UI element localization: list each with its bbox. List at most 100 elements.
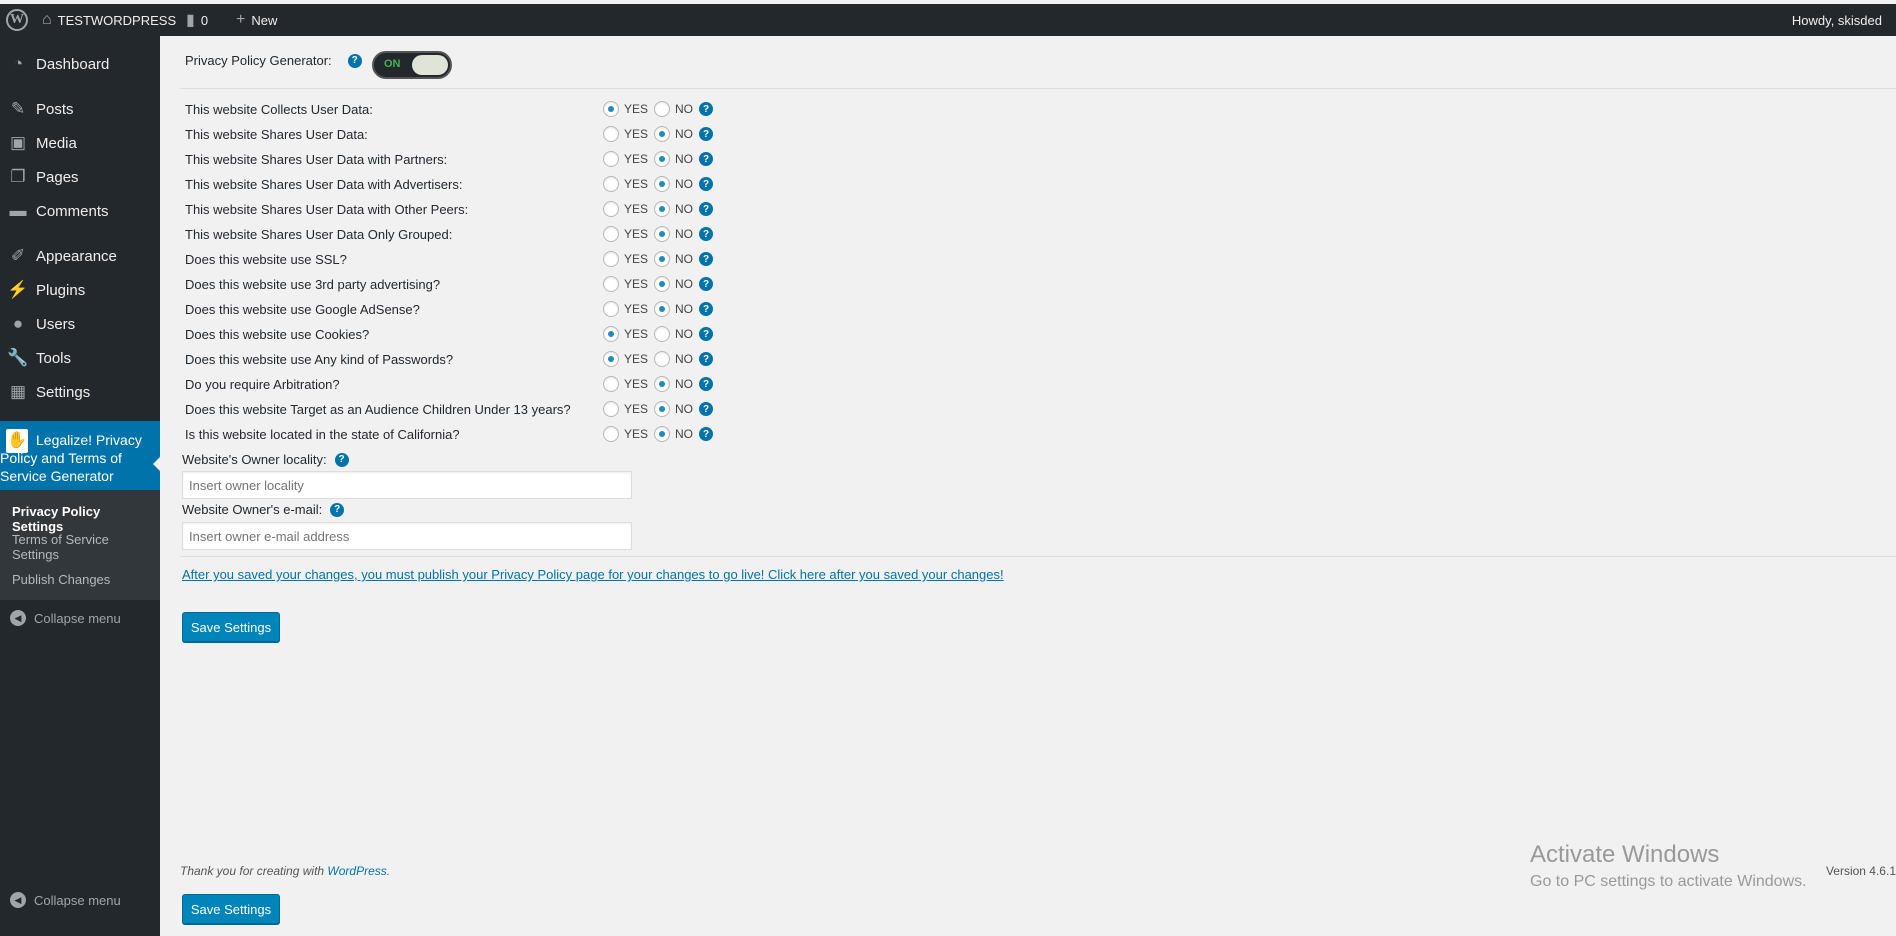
sidebar-item-settings[interactable]: ▦ Settings [0,375,160,409]
question-options: YES NO? [603,426,714,442]
yes-label: YES [624,277,649,291]
help-icon[interactable]: ? [699,177,714,191]
admin-bar: W ⌂ TESTWORDPRESS ▮ 0 + New Howdy, skisd… [0,4,1896,36]
site-name-link[interactable]: ⌂ TESTWORDPRESS [42,4,176,36]
yes-radio[interactable] [603,376,619,392]
question-row: This website Shares User Data: YES NO? [185,123,1065,148]
help-icon[interactable]: ? [330,502,345,517]
help-icon[interactable]: ? [699,302,714,316]
sidebar-item-label: Users [36,315,76,333]
no-radio[interactable] [654,351,671,367]
sidebar-item-pages[interactable]: ❐ Pages [0,160,160,194]
help-icon[interactable]: ? [699,427,714,441]
help-icon[interactable]: ? [699,327,714,341]
no-label: NO [675,427,694,441]
wordpress-logo-menu[interactable]: W [6,4,28,36]
yes-radio[interactable] [603,226,619,242]
question-label: This website Shares User Data Only Group… [185,227,453,242]
sidebar-item-tools[interactable]: 🔧 Tools [0,341,160,375]
help-icon[interactable]: ? [699,402,714,416]
generator-toggle[interactable]: ON [372,51,452,79]
yes-radio[interactable] [603,101,619,117]
plus-icon: + [236,11,246,28]
yes-radio[interactable] [603,251,619,267]
no-radio[interactable] [654,376,671,392]
yes-radio[interactable] [603,126,619,142]
yes-label: YES [624,327,649,341]
help-icon[interactable]: ? [699,252,714,266]
save-settings-button-bottom[interactable]: Save Settings [182,894,280,924]
watermark-title: Activate Windows [1530,841,1720,868]
yes-label: YES [624,102,649,116]
yes-radio[interactable] [603,201,619,217]
help-icon[interactable]: ? [699,277,714,291]
help-icon[interactable]: ? [699,352,714,366]
yes-radio[interactable] [603,401,619,417]
sidebar-item-comments[interactable]: ▬ Comments [0,194,160,228]
sidebar-item-label: Settings [36,383,91,401]
question-label: Does this website Target as an Audience … [185,402,571,417]
no-radio[interactable] [654,426,671,442]
no-radio[interactable] [654,401,671,417]
owner-locality-input[interactable] [182,471,632,499]
sidebar-item-dashboard[interactable]: ◔ Dashboard [0,47,160,81]
help-icon[interactable]: ? [699,152,714,166]
sidebar-item-plugins[interactable]: ⚡ Plugins [0,273,160,307]
wordpress-link[interactable]: WordPress [327,864,386,878]
question-label: Does this website use Cookies? [185,327,370,342]
no-label: NO [675,377,694,391]
no-radio[interactable] [654,251,671,267]
no-radio[interactable] [654,176,671,192]
no-radio[interactable] [654,226,671,242]
pages-icon: ❐ [10,167,26,186]
no-radio[interactable] [654,126,671,142]
collapse-menu-button-bottom[interactable]: ◀ Collapse menu [10,892,121,908]
question-row: Is this website located in the state of … [185,423,1065,448]
yes-label: YES [624,352,649,366]
sidebar-item-label: Dashboard [36,55,110,73]
help-icon[interactable]: ? [699,227,714,241]
yes-radio[interactable] [603,151,619,167]
help-icon[interactable]: ? [699,127,714,141]
sidebar-item-users[interactable]: ● Users [0,307,160,341]
question-row: Do you require Arbitration? YES NO? [185,373,1065,398]
submenu-terms-of-service-settings[interactable]: Terms of Service Settings [12,532,152,562]
no-radio[interactable] [654,101,671,117]
question-options: YES NO? [603,176,714,192]
owner-email-input[interactable] [182,522,632,550]
help-icon[interactable]: ? [347,53,362,68]
collapse-menu-button[interactable]: ◀ Collapse menu [10,610,121,626]
no-radio[interactable] [654,301,671,317]
collapse-arrow-icon: ◀ [10,892,26,908]
help-icon[interactable]: ? [699,377,714,391]
no-radio[interactable] [654,326,671,342]
sidebar-item-appearance[interactable]: ✐ Appearance [0,239,160,273]
my-account-menu[interactable]: Howdy, skisded [1792,4,1882,36]
yes-radio[interactable] [603,301,619,317]
yes-label: YES [624,177,649,191]
no-label: NO [675,277,694,291]
main-content: Privacy Policy Generator: ? ON This webs… [160,36,1896,936]
admin-sidebar: ◔ Dashboard ✎ Posts ▣ Media ❐ Pages ▬ Co… [0,36,161,936]
help-icon[interactable]: ? [699,202,714,216]
sidebar-item-media[interactable]: ▣ Media [0,126,160,160]
no-radio[interactable] [654,276,671,292]
sidebar-item-posts[interactable]: ✎ Posts [0,92,160,126]
yes-radio[interactable] [603,351,619,367]
help-icon[interactable]: ? [699,102,714,116]
help-icon[interactable]: ? [334,452,349,467]
yes-radio[interactable] [603,326,619,342]
no-radio[interactable] [654,151,671,167]
submenu-publish-changes[interactable]: Publish Changes [12,572,152,587]
yes-label: YES [624,127,649,141]
question-options: YES NO? [603,276,714,292]
yes-radio[interactable] [603,176,619,192]
publish-changes-link[interactable]: After you saved your changes, you must p… [182,567,1004,582]
yes-radio[interactable] [603,426,619,442]
new-content-menu[interactable]: + New [236,4,277,36]
save-settings-button[interactable]: Save Settings [182,612,280,642]
comments-link[interactable]: ▮ 0 [186,4,208,36]
submenu-privacy-policy-settings[interactable]: Privacy Policy Settings [12,504,152,534]
no-radio[interactable] [654,201,671,217]
yes-radio[interactable] [603,276,619,292]
